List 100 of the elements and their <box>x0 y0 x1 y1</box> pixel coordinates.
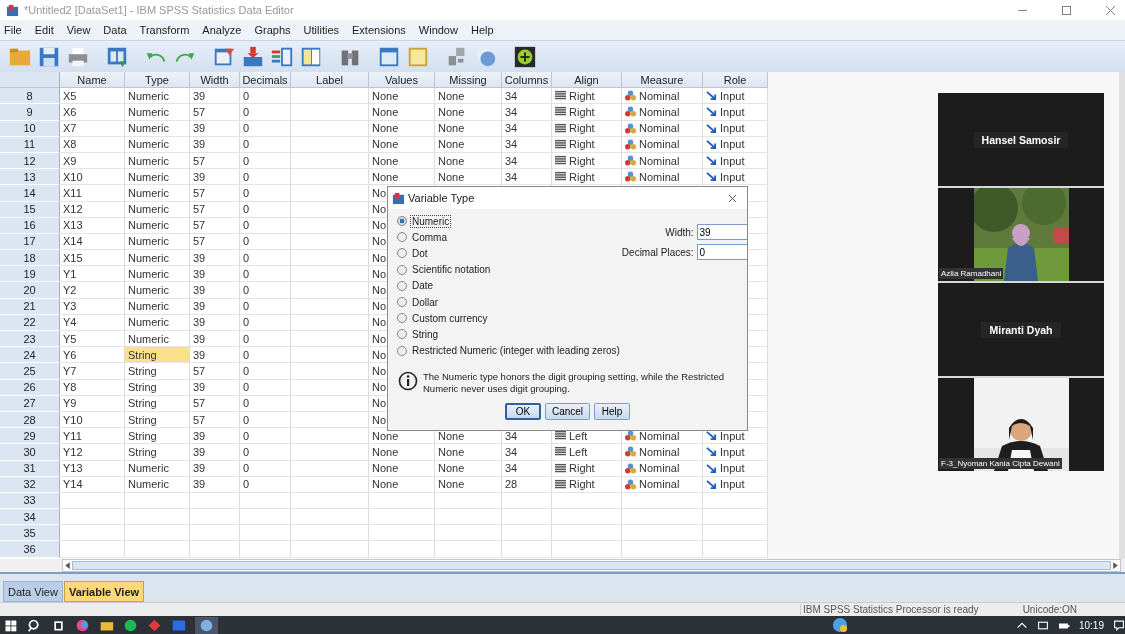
table-cell[interactable]: Y1 <box>60 266 125 283</box>
table-cell[interactable]: Y12 <box>60 444 125 461</box>
table-cell[interactable] <box>291 314 369 331</box>
table-cell[interactable] <box>369 541 435 558</box>
table-cell[interactable] <box>291 201 369 218</box>
menu-item[interactable]: Data <box>103 24 127 36</box>
table-cell[interactable]: Numeric <box>125 233 190 251</box>
table-cell[interactable]: String <box>125 411 190 429</box>
input-field[interactable]: 39 <box>696 224 747 240</box>
menu-item[interactable]: Help <box>470 24 494 36</box>
clock[interactable]: 10:19 <box>1078 619 1104 631</box>
table-cell[interactable]: String <box>125 363 190 380</box>
table-cell[interactable]: X10 <box>60 169 125 186</box>
table-cell[interactable] <box>291 476 369 493</box>
table-cell[interactable]: None <box>435 88 502 105</box>
swirl-icon[interactable] <box>75 617 90 633</box>
table-cell[interactable]: X13 <box>60 217 125 234</box>
row-number[interactable]: 13 <box>0 169 60 186</box>
table-cell[interactable]: X7 <box>60 120 125 137</box>
table-cell[interactable]: String <box>125 444 190 461</box>
table-cell[interactable]: 57 <box>190 152 240 170</box>
table-cell[interactable] <box>369 525 435 542</box>
table-cell[interactable] <box>369 492 435 510</box>
table-cell[interactable] <box>190 492 240 510</box>
vertical-scrollbar[interactable] <box>1119 72 1125 559</box>
table-cell[interactable]: 39 <box>190 460 240 477</box>
table-cell[interactable]: Y8 <box>60 379 125 396</box>
table-cell[interactable]: X11 <box>60 185 125 202</box>
table-cell[interactable]: 39 <box>190 314 240 331</box>
table-cell[interactable]: 39 <box>190 444 240 461</box>
table-cell[interactable]: X9 <box>60 152 125 170</box>
row-number[interactable]: 29 <box>0 428 60 445</box>
table-cell[interactable] <box>291 525 369 542</box>
table-cell[interactable]: None <box>435 152 502 170</box>
radio-label[interactable]: Numeric <box>410 214 452 228</box>
table-cell[interactable]: 57 <box>190 201 240 218</box>
table-cell[interactable]: 0 <box>240 201 291 218</box>
table-cell[interactable] <box>240 541 291 558</box>
input-field[interactable]: 0 <box>696 244 747 260</box>
table-cell[interactable] <box>622 509 703 526</box>
table-cell[interactable]: None <box>369 152 435 170</box>
table-cell[interactable]: Numeric <box>125 476 190 493</box>
table-cell[interactable]: Numeric <box>125 185 190 202</box>
table-cell[interactable] <box>291 217 369 234</box>
table-cell[interactable] <box>60 509 125 526</box>
table-cell[interactable]: 0 <box>240 233 291 251</box>
radio-label[interactable]: Restricted Numeric (integer with leading zeros) <box>410 344 622 358</box>
row-number[interactable]: 14 <box>0 185 60 202</box>
radio-label[interactable]: String <box>410 327 441 341</box>
globe-icon[interactable] <box>195 616 218 634</box>
table-cell[interactable]: 0 <box>240 476 291 493</box>
table-cell[interactable]: None <box>435 104 502 121</box>
music-app-icon[interactable] <box>123 617 138 633</box>
table-cell[interactable]: Numeric <box>125 460 190 477</box>
column-header[interactable]: Label <box>291 72 369 89</box>
table-cell[interactable]: X14 <box>60 233 125 251</box>
table-cell[interactable]: Numeric <box>125 201 190 218</box>
table-cell[interactable] <box>291 363 369 380</box>
table-cell[interactable]: Numeric <box>125 298 190 315</box>
table-cell[interactable]: 34 <box>502 460 552 477</box>
close-icon[interactable] <box>728 193 737 203</box>
row-number[interactable]: 36 <box>0 541 60 558</box>
row-number[interactable]: 9 <box>0 104 60 121</box>
radio-button[interactable] <box>397 248 407 259</box>
table-cell[interactable]: X8 <box>60 136 125 153</box>
table-cell[interactable]: 39 <box>190 428 240 445</box>
table-cell[interactable]: 39 <box>190 250 240 267</box>
table-cell[interactable]: 34 <box>502 136 552 153</box>
table-cell[interactable]: X5 <box>60 88 125 105</box>
table-cell[interactable]: 57 <box>190 104 240 121</box>
table-cell[interactable] <box>291 282 369 299</box>
column-header[interactable]: Width <box>190 72 240 89</box>
table-cell[interactable] <box>291 444 369 461</box>
table-cell[interactable]: 34 <box>502 120 552 137</box>
table-cell[interactable] <box>502 525 552 542</box>
menu-item[interactable]: View <box>66 24 91 36</box>
view-tab[interactable]: Data View <box>3 581 63 602</box>
table-cell[interactable]: 28 <box>502 476 552 493</box>
table-cell[interactable]: Y4 <box>60 314 125 331</box>
table-cell[interactable] <box>240 525 291 542</box>
table-cell[interactable]: 0 <box>240 363 291 380</box>
menu-item[interactable]: Graphs <box>254 24 291 36</box>
table-cell[interactable] <box>703 509 768 526</box>
table-cell[interactable]: 0 <box>240 460 291 477</box>
table-cell[interactable]: 34 <box>502 169 552 186</box>
table-cell[interactable]: 39 <box>190 88 240 105</box>
table-cell[interactable]: 0 <box>240 298 291 315</box>
table-cell[interactable]: 57 <box>190 233 240 251</box>
table-cell[interactable]: None <box>369 460 435 477</box>
table-cell[interactable] <box>291 120 369 137</box>
table-cell[interactable]: 0 <box>240 314 291 331</box>
table-cell[interactable]: Numeric <box>125 282 190 299</box>
table-cell[interactable] <box>622 492 703 510</box>
table-cell[interactable] <box>622 541 703 558</box>
table-cell[interactable]: 34 <box>502 88 552 105</box>
table-cell[interactable] <box>291 460 369 477</box>
table-cell[interactable]: Numeric <box>125 169 190 186</box>
table-cell[interactable] <box>703 492 768 510</box>
radio-label[interactable]: Date <box>410 279 436 293</box>
table-cell[interactable]: 0 <box>240 282 291 299</box>
